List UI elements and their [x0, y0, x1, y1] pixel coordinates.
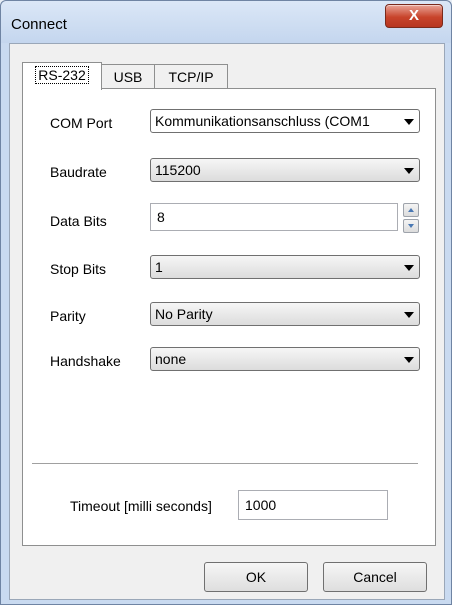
- title-bar[interactable]: Connect X: [1, 1, 451, 43]
- tab-tcpip-label: TCP/IP: [168, 69, 214, 85]
- close-button[interactable]: X: [385, 4, 443, 28]
- window-title: Connect: [11, 16, 67, 33]
- chevron-down-icon: [404, 119, 414, 125]
- connect-dialog: Connect X RS-232 USB TCP/IP COM Port Kom…: [0, 0, 452, 605]
- handshake-select[interactable]: none: [150, 347, 420, 371]
- cancel-button[interactable]: Cancel: [323, 562, 427, 592]
- parity-select[interactable]: No Parity: [150, 302, 420, 326]
- close-icon: X: [408, 7, 419, 24]
- spin-down-icon[interactable]: [403, 219, 419, 233]
- ok-button[interactable]: OK: [204, 562, 308, 592]
- timeout-label: Timeout [milli seconds]: [70, 498, 212, 514]
- stop-bits-select[interactable]: 1: [150, 255, 420, 279]
- handshake-value: none: [155, 351, 187, 367]
- chevron-down-icon: [404, 312, 414, 318]
- data-bits-input[interactable]: 8: [150, 203, 398, 231]
- data-bits-label: Data Bits: [50, 213, 107, 229]
- stop-bits-label: Stop Bits: [50, 261, 107, 277]
- tab-usb[interactable]: USB: [101, 64, 155, 89]
- baudrate-value: 115200: [155, 162, 201, 178]
- spin-up-icon[interactable]: [403, 203, 419, 217]
- data-bits-value: 8: [157, 209, 165, 225]
- com-port-value: Kommunikationsanschluss (COM1: [155, 113, 370, 129]
- chevron-down-icon: [404, 357, 414, 363]
- separator: [32, 463, 418, 465]
- tab-rs232-label: RS-232: [35, 66, 89, 84]
- handshake-label: Handshake: [50, 353, 121, 369]
- com-port-select[interactable]: Kommunikationsanschluss (COM1: [150, 109, 420, 133]
- tab-rs232[interactable]: RS-232: [22, 62, 102, 90]
- timeout-input[interactable]: 1000: [238, 490, 388, 520]
- data-bits-stepper: [403, 203, 419, 233]
- parity-label: Parity: [50, 308, 86, 324]
- tab-tcpip[interactable]: TCP/IP: [154, 64, 228, 89]
- tab-usb-label: USB: [113, 69, 143, 85]
- baudrate-label: Baudrate: [50, 164, 107, 180]
- baudrate-select[interactable]: 115200: [150, 158, 420, 182]
- chevron-down-icon: [404, 265, 414, 271]
- dialog-body: RS-232 USB TCP/IP COM Port Kommunikation…: [9, 43, 445, 600]
- parity-value: No Parity: [155, 306, 213, 322]
- chevron-down-icon: [404, 168, 414, 174]
- timeout-value: 1000: [245, 497, 277, 513]
- com-port-label: COM Port: [50, 115, 113, 131]
- tab-panel-rs232: COM Port Kommunikationsanschluss (COM1 B…: [22, 88, 436, 546]
- stop-bits-value: 1: [155, 259, 163, 275]
